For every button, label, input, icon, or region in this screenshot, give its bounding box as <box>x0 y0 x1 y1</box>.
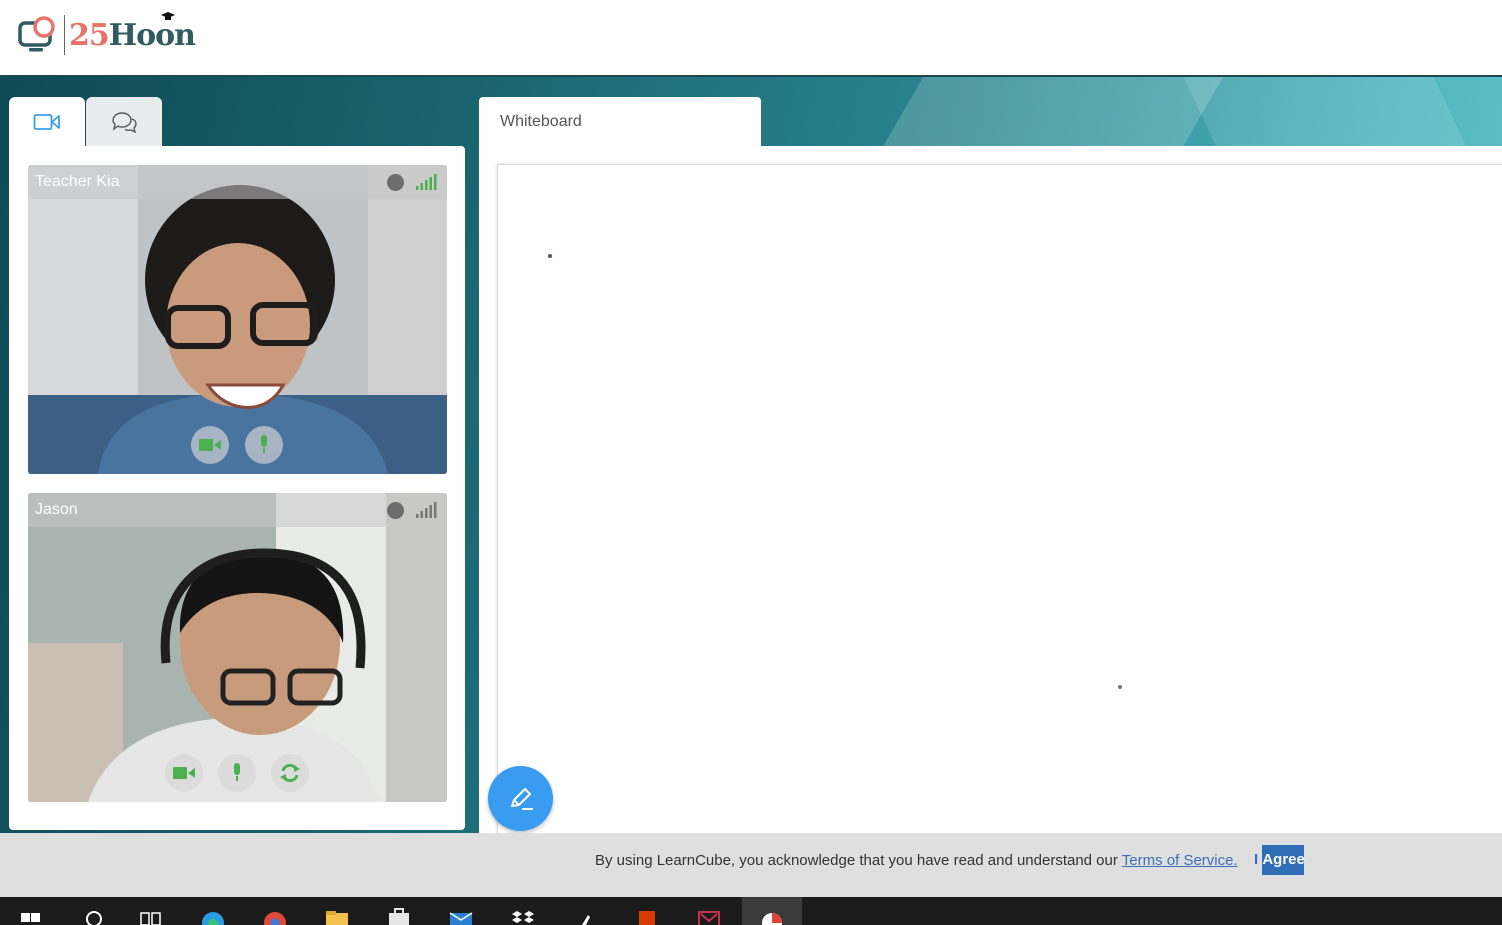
switch-camera-icon <box>280 763 300 783</box>
tab-video[interactable] <box>9 97 85 147</box>
teacher-camera-toggle[interactable] <box>191 426 229 464</box>
student-camera-toggle[interactable] <box>165 754 203 792</box>
video-tile-student: Jason <box>28 493 447 802</box>
status-dot <box>387 174 404 191</box>
windows-taskbar <box>0 897 1502 925</box>
app-icon[interactable] <box>696 907 722 925</box>
office-icon[interactable] <box>634 907 660 925</box>
student-mic-toggle[interactable] <box>218 754 256 792</box>
signal-strength-icon <box>416 174 437 190</box>
active-app-highlight[interactable] <box>742 897 802 925</box>
search-icon[interactable] <box>82 907 108 925</box>
edge-icon[interactable] <box>200 907 226 925</box>
agree-label: Agree <box>1262 845 1305 875</box>
agree-prefix: I <box>1254 851 1259 868</box>
terms-of-service-link[interactable]: Terms of Service. <box>1122 852 1238 869</box>
video-feed-teacher <box>28 165 447 474</box>
background-facet <box>1183 77 1467 147</box>
participant-name: Teacher Kia <box>35 173 120 190</box>
dropbox-icon[interactable] <box>510 907 536 925</box>
camera-icon <box>173 767 195 779</box>
participant-name: Jason <box>35 501 78 518</box>
status-dot <box>387 502 404 519</box>
chrome-icon[interactable] <box>262 907 288 925</box>
tab-chat[interactable] <box>86 97 162 147</box>
pen-icon <box>510 787 533 810</box>
agree-button[interactable]: I Agree <box>1254 845 1305 875</box>
app-header: 25Hoon <box>0 0 1502 77</box>
windows-start-icon[interactable] <box>19 907 45 925</box>
whiteboard-mark <box>548 254 552 258</box>
video-panel: Teacher Kia Jason <box>9 146 465 830</box>
mail-icon[interactable] <box>448 907 474 925</box>
consent-message: By using LearnCube, you acknowledge that… <box>595 851 1238 871</box>
logo-divider <box>64 15 65 55</box>
logo-text: 25Hoon <box>69 11 196 53</box>
pen-tool-button[interactable] <box>488 766 553 831</box>
file-explorer-icon[interactable] <box>324 907 350 925</box>
signal-strength-icon <box>416 502 437 518</box>
store-icon[interactable] <box>386 907 412 925</box>
active-app-icon <box>762 913 782 925</box>
microphone-icon <box>261 435 267 453</box>
whiteboard-tab-label: Whiteboard <box>500 113 582 130</box>
logo-number: 25 <box>69 17 110 53</box>
microphone-icon <box>234 763 240 781</box>
app-icon[interactable] <box>572 907 598 925</box>
teacher-mic-toggle[interactable] <box>245 426 283 464</box>
video-tile-teacher: Teacher Kia <box>28 165 447 474</box>
whiteboard-mark <box>1118 685 1122 689</box>
logo-monitor-icon <box>18 16 55 52</box>
student-switch-camera[interactable] <box>271 754 309 792</box>
camera-icon <box>199 439 221 451</box>
participant-name-bar: Jason <box>28 493 447 527</box>
logo-word: Hoon <box>108 11 196 53</box>
chat-bubbles-icon <box>112 112 137 133</box>
participant-name-bar: Teacher Kia <box>28 165 447 199</box>
graduation-cap-icon <box>160 11 175 20</box>
tab-whiteboard[interactable]: Whiteboard <box>479 97 761 147</box>
video-camera-icon <box>33 114 60 130</box>
terms-consent-bar: By using LearnCube, you acknowledge that… <box>0 833 1502 897</box>
task-view-icon[interactable] <box>138 907 164 925</box>
logo[interactable]: 25Hoon <box>18 11 196 56</box>
whiteboard-canvas[interactable] <box>497 164 1502 834</box>
consent-text: By using LearnCube, you acknowledge that… <box>595 852 1118 869</box>
background-facet <box>876 77 1224 157</box>
logo-word-text: Hoon <box>108 17 196 53</box>
